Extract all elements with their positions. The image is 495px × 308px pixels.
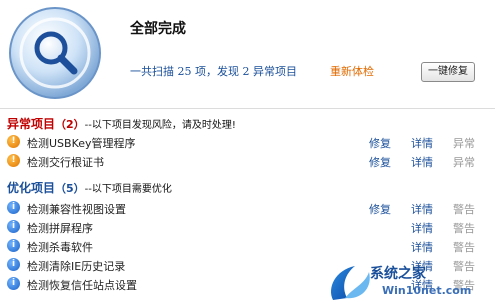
optimize-count: （5） bbox=[55, 182, 85, 195]
detail-link[interactable]: 详情 bbox=[411, 135, 433, 151]
table-row: ! 检测交行根证书 修复 详情 异常 bbox=[0, 152, 495, 170]
table-row: i 检测拼屏程序 详情 警告 bbox=[0, 218, 495, 236]
status-text: 异常 bbox=[453, 156, 475, 169]
exclamation-warning-icon: ! bbox=[7, 135, 20, 148]
watermark-url: Win10net.com bbox=[382, 284, 472, 297]
detail-link[interactable]: 详情 bbox=[411, 239, 433, 255]
info-icon: i bbox=[7, 201, 20, 214]
table-row: i 检测杀毒软件 详情 警告 bbox=[0, 237, 495, 255]
scanned-count: 25 bbox=[177, 65, 192, 78]
exclamation-warning-icon: ! bbox=[7, 154, 20, 167]
item-label: 检测清除IE历史记录 bbox=[27, 260, 126, 273]
info-icon: i bbox=[7, 258, 20, 271]
found-count: 2 bbox=[242, 65, 250, 78]
item-label: 检测兼容性视图设置 bbox=[27, 203, 126, 216]
item-label: 检测交行根证书 bbox=[27, 156, 104, 169]
summary-prefix: 一共扫描 bbox=[130, 65, 174, 78]
magnifier-icon bbox=[9, 7, 101, 99]
watermark-title: 系统之家 bbox=[370, 266, 426, 282]
status-text: 警告 bbox=[453, 241, 475, 254]
optimize-section-title: 优化项目 bbox=[7, 181, 56, 195]
page-title: 全部完成 bbox=[130, 21, 186, 37]
result-header: 全部完成 一共扫描 25 项，发现 2 异常项目 重新体检 一键修复 bbox=[0, 0, 495, 108]
detail-link[interactable]: 详情 bbox=[411, 201, 433, 217]
info-icon: i bbox=[7, 220, 20, 233]
scan-summary: 一共扫描 25 项，发现 2 异常项目 bbox=[130, 63, 297, 79]
table-row: ! 检测USBKey管理程序 修复 详情 异常 bbox=[0, 133, 495, 151]
detail-link[interactable]: 详情 bbox=[411, 220, 433, 236]
status-text: 警告 bbox=[453, 203, 475, 216]
abnormal-section-title: 异常项目 bbox=[7, 117, 56, 131]
abnormal-count: （2） bbox=[55, 118, 85, 131]
one-click-fix-button[interactable]: 一键修复 bbox=[421, 62, 475, 82]
recheck-link[interactable]: 重新体检 bbox=[330, 63, 374, 79]
item-label: 检测拼屏程序 bbox=[27, 222, 93, 235]
info-icon: i bbox=[7, 277, 20, 290]
item-label: 检测杀毒软件 bbox=[27, 241, 93, 254]
summary-unit1: 项，发现 bbox=[195, 65, 239, 78]
status-text: 警告 bbox=[453, 222, 475, 235]
abnormal-section-header: 异常项目（2）--以下项目发现风险，请及时处理! bbox=[7, 115, 236, 132]
status-text: 异常 bbox=[453, 137, 475, 150]
table-row: i 检测兼容性视图设置 修复 详情 警告 bbox=[0, 199, 495, 217]
fix-link[interactable]: 修复 bbox=[369, 201, 391, 217]
summary-unit2: 异常项目 bbox=[253, 65, 297, 78]
info-icon: i bbox=[7, 239, 20, 252]
item-label: 检测USBKey管理程序 bbox=[27, 137, 136, 150]
header-divider bbox=[0, 108, 495, 109]
optimize-section-header: 优化项目（5）--以下项目需要优化 bbox=[7, 179, 172, 196]
abnormal-note: --以下项目发现风险，请及时处理! bbox=[84, 120, 236, 131]
optimize-note: --以下项目需要优化 bbox=[84, 184, 172, 195]
detail-link[interactable]: 详情 bbox=[411, 154, 433, 170]
item-label: 检测恢复信任站点设置 bbox=[27, 279, 137, 292]
fix-link[interactable]: 修复 bbox=[369, 154, 391, 170]
fix-link[interactable]: 修复 bbox=[369, 135, 391, 151]
